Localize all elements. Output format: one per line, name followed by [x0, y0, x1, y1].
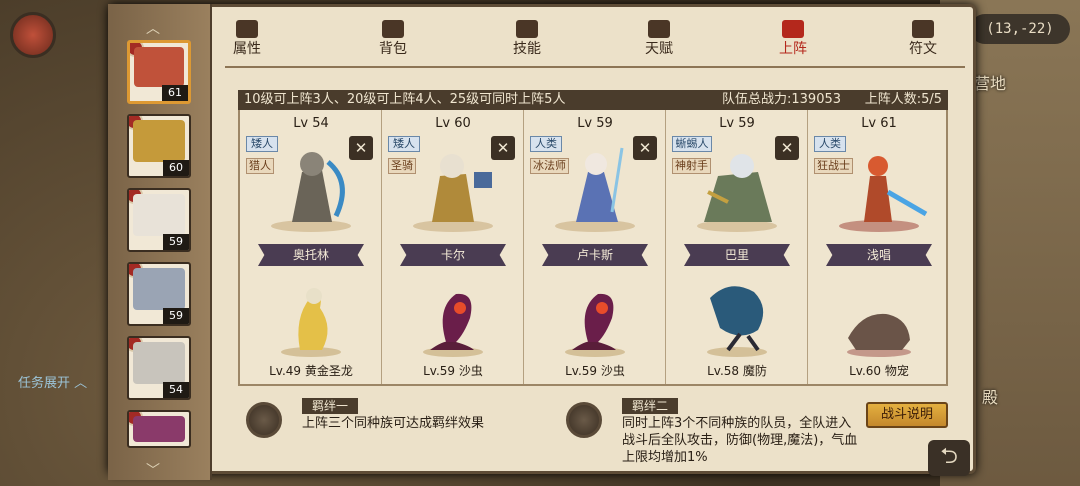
hero-level: Lv 60: [435, 116, 471, 131]
bond-two-title: 羁绊二: [622, 398, 679, 414]
bond-two-text-line-1: 同时上阵3个不同种族的队员，全队进入: [622, 416, 852, 431]
hero-level: Lv 59: [577, 116, 613, 131]
hero-portrait-4[interactable]: 59: [127, 262, 191, 326]
bond-one-text: 上阵三个同种族可达成羁绊效果: [302, 416, 485, 431]
portrait-level: 60: [163, 160, 189, 176]
hero-name: 卢卡斯: [542, 244, 648, 266]
back-button[interactable]: ⮌: [928, 440, 970, 476]
hero-slot-5[interactable]: Lv 61 人类 狂战士 浅唱 Lv.60 物宠: [808, 110, 950, 384]
team-power: 队伍总战力:139053: [722, 92, 842, 107]
hero-level: Lv 61: [861, 116, 897, 131]
pet-name: Lv.60 物宠: [849, 364, 909, 378]
hero-sprite: [555, 147, 635, 232]
coordinates-display: (13,-22): [970, 14, 1070, 44]
tab-talent[interactable]: 天赋: [624, 20, 694, 58]
pet-name: Lv.59 沙虫: [423, 364, 483, 378]
tab-backpack[interactable]: 背包: [358, 20, 428, 58]
hero-face: [133, 194, 185, 236]
hero-name: 巴里: [684, 244, 790, 266]
hero-name: 奥托林: [258, 244, 364, 266]
crossed-swords-icon: [782, 20, 804, 38]
lineup-grid: Lv 54 矮人 猎人 ✕ 奥托林 Lv.49 黄金圣龙 Lv 60 矮人 圣骑…: [238, 110, 948, 386]
hero-face: [134, 47, 184, 87]
hero-name: 浅唱: [826, 244, 932, 266]
tab-skills[interactable]: 技能: [492, 20, 562, 58]
tab-lineup[interactable]: 上阵: [758, 20, 828, 58]
tab-bar: 属性 背包 技能 天赋 上阵 符文: [212, 20, 972, 64]
pet-sprite: [707, 286, 767, 357]
portrait-level: 59: [163, 308, 189, 324]
flame-icon: [236, 20, 258, 38]
pet-sprite: [423, 293, 483, 357]
eye-icon: [648, 20, 670, 38]
hero-sprite: [839, 156, 928, 232]
hero-sprite: [697, 154, 777, 232]
hero-face: [133, 120, 185, 162]
pet-name: Lv.58 魔防: [707, 364, 767, 378]
scroll-down-icon[interactable]: ﹀: [146, 460, 160, 480]
hero-level: Lv 59: [719, 116, 755, 131]
hero-face: [133, 268, 185, 310]
tab-attributes[interactable]: 属性: [212, 20, 282, 58]
hero-face: [133, 416, 185, 442]
hero-slot-3[interactable]: Lv 59 人类 冰法师 ✕ 卢卡斯 Lv.59 沙虫: [524, 110, 666, 384]
bond-two-icon: [566, 402, 602, 438]
hero-name: 卡尔: [400, 244, 506, 266]
pet-sprite: [565, 293, 625, 357]
hero-sprite: [271, 152, 351, 232]
map-label-hall: 殿: [981, 388, 998, 407]
portrait-level: 54: [163, 382, 189, 398]
pet-sprite: [847, 313, 911, 357]
portrait-level: 59: [163, 234, 189, 250]
tab-divider: [225, 66, 965, 68]
pet-sprite: [281, 288, 341, 357]
hero-portrait-3[interactable]: 59: [127, 188, 191, 252]
hero-portrait-6[interactable]: [127, 410, 191, 448]
task-toggle-button[interactable]: 任务展开 ︿: [18, 372, 87, 391]
hero-portrait-1[interactable]: 61: [127, 40, 191, 104]
hero-slot-2[interactable]: Lv 60 矮人 圣骑 ✕ 卡尔 Lv.59 沙虫: [382, 110, 524, 384]
hero-portrait-5[interactable]: 54: [127, 336, 191, 400]
tab-runes[interactable]: 符文: [888, 20, 958, 58]
bond-two-text-line-3: 上限均增加1%: [622, 450, 708, 465]
hero-slot-4[interactable]: Lv 59 蜥蜴人 神射手 ✕ 巴里 Lv.58 魔防: [666, 110, 808, 384]
rune-icon: [912, 20, 934, 38]
hero-face: [133, 342, 185, 384]
pet-name: Lv.49 黄金圣龙: [269, 364, 353, 378]
player-avatar[interactable]: [10, 12, 56, 58]
bond-one-title: 羁绊一: [302, 398, 359, 414]
pet-name: Lv.59 沙虫: [565, 364, 625, 378]
hero-level: Lv 54: [293, 116, 329, 131]
bond-two-text-line-2: 战斗后全队攻击，防御(物理,魔法)，气血: [622, 433, 858, 448]
bond-one-icon: [246, 402, 282, 438]
battle-explain-button[interactable]: 战斗说明: [866, 402, 948, 428]
hero-portrait-2[interactable]: 60: [127, 114, 191, 178]
scroll-up-icon[interactable]: ︿: [146, 18, 160, 38]
hero-slot-1[interactable]: Lv 54 矮人 猎人 ✕ 奥托林 Lv.49 黄金圣龙: [240, 110, 382, 384]
lineup-count: 上阵人数:5/5: [864, 92, 942, 107]
map-label-camp: 营地: [973, 74, 1006, 93]
portrait-level: 61: [162, 85, 188, 101]
lineup-rule: 10级可上阵3人、20级可上阵4人、25级可同时上阵5人: [244, 92, 566, 107]
team-info-bar: 10级可上阵3人、20级可上阵4人、25级可同时上阵5人 队伍总战力:13905…: [238, 90, 948, 110]
hero-sprite: [413, 154, 493, 232]
bag-icon: [382, 20, 404, 38]
book-icon: [516, 20, 538, 38]
hero-sidebar: ︿ 61 60 59 59 54 ﹀: [108, 4, 212, 480]
